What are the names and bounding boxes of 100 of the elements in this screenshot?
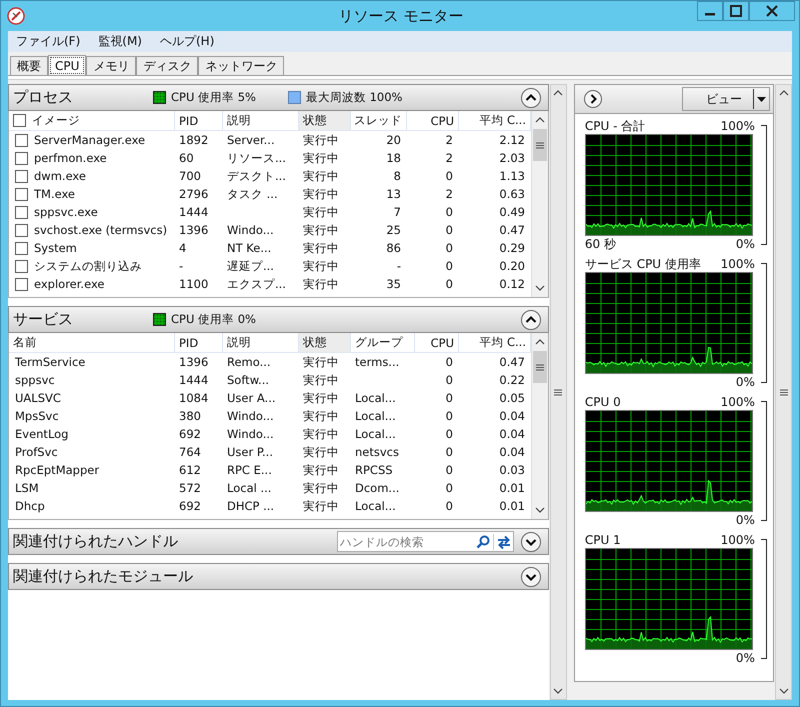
table-cell: 実行中 [303, 408, 339, 424]
row-checkbox[interactable] [15, 206, 28, 218]
maximize-icon[interactable] [723, 1, 749, 21]
row-checkbox[interactable] [15, 134, 28, 146]
table-cell: User A... [227, 391, 276, 405]
column-header[interactable]: 状態 [299, 111, 351, 130]
section-header[interactable]: 関連付けられたモジュール [8, 563, 549, 590]
row-checkbox[interactable] [15, 278, 28, 290]
menu-item[interactable]: 監視(M) [96, 33, 144, 50]
table-cell: 8 [394, 169, 401, 183]
legend-label: 最大周波数 100% [306, 90, 402, 105]
row-checkbox[interactable] [15, 170, 28, 182]
row-checkbox[interactable] [15, 188, 28, 200]
column-header[interactable]: PID [175, 333, 223, 352]
scroll-thumb[interactable] [533, 129, 547, 161]
scroll-up-icon[interactable] [552, 88, 564, 98]
table-cell: 1396 [179, 223, 208, 237]
view-button[interactable]: ビュー [682, 87, 770, 111]
table-cell: エクスプ... [227, 276, 286, 292]
table-cell: Dcom... [355, 481, 400, 495]
menu-item[interactable]: ヘルプ(H) [158, 33, 216, 50]
table-cell: 0.01 [499, 481, 525, 495]
column-header[interactable]: CPU [415, 333, 459, 352]
table-cell: システムの割り込み [34, 258, 142, 274]
section-title: 関連付けられたハンドル [13, 532, 178, 551]
legend-label: CPU 使用率 5% [171, 90, 256, 105]
row-checkbox[interactable] [15, 242, 28, 254]
table-cell: 実行中 [303, 390, 339, 406]
table-cell: 7 [394, 205, 401, 219]
column-header[interactable]: 名前 [9, 333, 175, 352]
menu-item[interactable]: ファイル(F) [14, 33, 82, 50]
table-cell: 実行中 [303, 462, 339, 478]
expand-panel-icon[interactable] [582, 89, 603, 109]
table-cell: Local... [355, 427, 396, 441]
table-cell: 20 [386, 133, 401, 147]
legend-swatch-icon [288, 91, 301, 104]
scrollbar[interactable] [550, 84, 567, 700]
column-header-cell[interactable]: イメージ [9, 111, 175, 130]
scroll-thumb[interactable] [533, 351, 547, 383]
minimize-icon[interactable] [697, 1, 723, 21]
table-cell: 実行中 [303, 498, 339, 514]
table-cell: 0 [446, 259, 453, 273]
grip-icon [554, 388, 562, 396]
tab[interactable]: ディスク [136, 56, 198, 76]
table-cell: 0 [446, 205, 453, 219]
table-cell: 2796 [179, 187, 208, 201]
select-all-checkbox[interactable] [13, 114, 26, 127]
table-cell: 0 [446, 463, 453, 477]
table-cell: 0.04 [499, 445, 525, 459]
tab[interactable]: ネットワーク [198, 56, 284, 76]
table-cell: 0 [446, 481, 453, 495]
table-cell: 0.47 [499, 223, 525, 237]
scroll-down-icon[interactable] [552, 686, 564, 696]
table-cell: 実行中 [303, 132, 339, 148]
table-cell: 0 [446, 445, 453, 459]
table-cell: 0.01 [499, 499, 525, 513]
scrollbar[interactable] [531, 111, 548, 297]
table-cell: 572 [179, 481, 201, 495]
app-icon [7, 7, 25, 25]
column-header[interactable]: CPU [407, 111, 459, 130]
column-header[interactable]: PID [175, 111, 223, 130]
table-cell: Dhcp [15, 499, 45, 513]
table-cell: 0.22 [499, 373, 525, 387]
row-checkbox[interactable] [15, 224, 28, 236]
table-cell: 実行中 [303, 276, 339, 292]
scroll-up-icon[interactable] [778, 88, 790, 98]
table-cell: 0.05 [499, 391, 525, 405]
legend-label: CPU 使用率 0% [171, 312, 256, 327]
table-cell: 0 [446, 391, 453, 405]
close-icon[interactable] [749, 1, 795, 21]
row-checkbox[interactable] [15, 260, 28, 272]
column-header[interactable]: 状態 [299, 333, 351, 352]
table-cell: Local... [355, 499, 396, 513]
table-cell: リソース... [227, 150, 286, 166]
scale-max-label: 100% [720, 119, 755, 133]
table-cell: 実行中 [303, 222, 339, 238]
section-header[interactable]: プロセス CPU 使用率 5% 最大周波数 100% [8, 84, 549, 111]
table-cell: Remo... [227, 355, 271, 369]
expand-icon[interactable] [520, 530, 542, 552]
table-cell: 0 [446, 499, 453, 513]
scrollbar[interactable] [775, 84, 792, 700]
scroll-down-icon[interactable] [778, 686, 790, 696]
tab[interactable]: 概要 [10, 56, 48, 76]
table-cell: 実行中 [303, 168, 339, 184]
graph-title: CPU 0 [584, 395, 621, 409]
scrollbar[interactable] [531, 333, 548, 519]
row-checkbox[interactable] [15, 152, 28, 164]
tab[interactable]: CPU [48, 55, 86, 76]
expand-icon[interactable] [520, 566, 542, 588]
table-cell: 0 [446, 427, 453, 441]
collapse-icon[interactable] [520, 86, 542, 108]
collapse-icon[interactable] [520, 308, 542, 330]
section-header[interactable]: サービス CPU 使用率 0% [8, 306, 549, 333]
tab[interactable]: メモリ [86, 56, 136, 76]
table-cell: 0 [446, 277, 453, 291]
table-cell: 2 [446, 133, 453, 147]
table-cell: デスクト... [227, 168, 286, 184]
column-header[interactable]: グループ [351, 333, 415, 352]
table-cell: netsvcs [355, 445, 399, 459]
column-header[interactable]: スレッド [351, 111, 407, 130]
